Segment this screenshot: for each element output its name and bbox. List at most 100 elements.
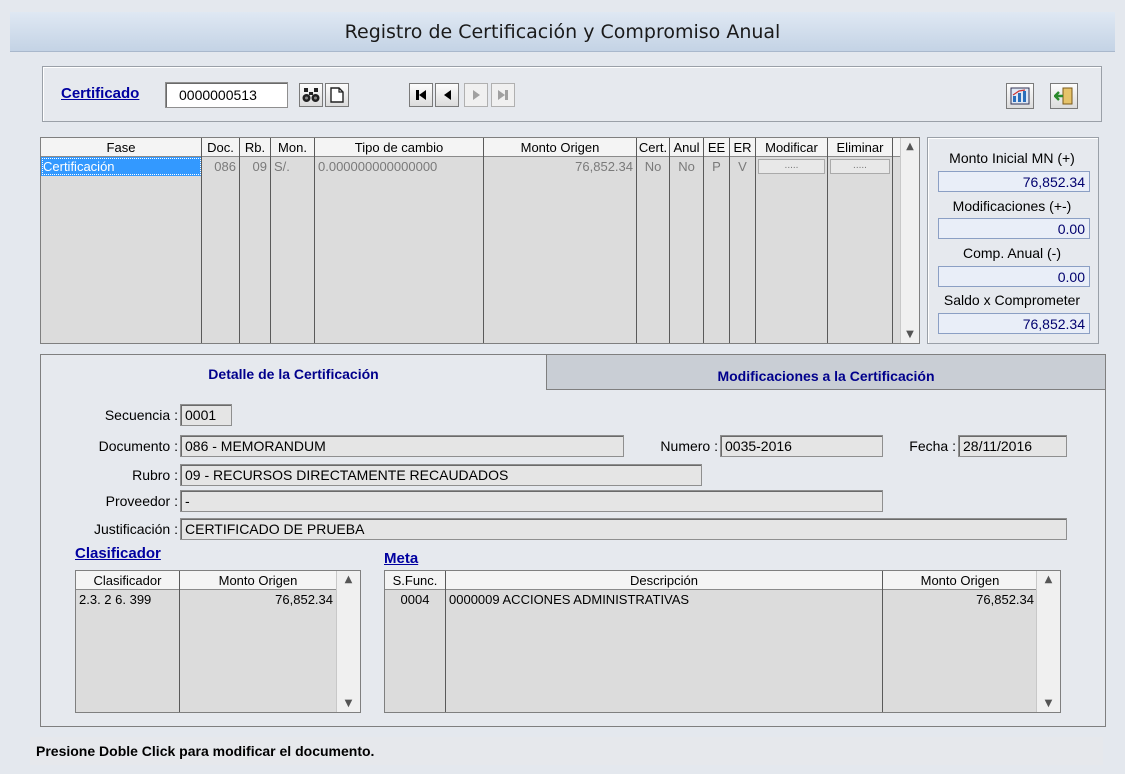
last-record-icon bbox=[498, 90, 508, 100]
next-record-button[interactable] bbox=[464, 83, 488, 107]
col-header-anul[interactable]: Anul bbox=[670, 138, 704, 156]
documento-label: Documento : bbox=[98, 438, 178, 454]
scroll-down-icon[interactable]: ▼ bbox=[906, 329, 914, 340]
meta-grid[interactable]: S.Func. Descripción Monto Origen 0004 00… bbox=[384, 570, 1061, 713]
cell-doc[interactable]: 086 bbox=[202, 157, 240, 176]
last-record-button[interactable] bbox=[491, 83, 515, 107]
certificado-link[interactable]: Certificado bbox=[61, 85, 139, 102]
comp-anual-value: 0.00 bbox=[938, 266, 1090, 287]
eliminar-button[interactable]: ..... bbox=[830, 159, 890, 174]
tab-detalle[interactable]: Detalle de la Certificación bbox=[41, 355, 546, 393]
search-button[interactable] bbox=[299, 83, 323, 107]
fases-grid-header: Fase Doc. Rb. Mon. Tipo de cambio Monto … bbox=[41, 138, 919, 157]
cell-monto[interactable]: 76,852.34 bbox=[883, 590, 1038, 609]
col-header-er[interactable]: ER bbox=[730, 138, 756, 156]
first-record-button[interactable] bbox=[409, 83, 433, 107]
col-line bbox=[892, 138, 893, 343]
col-header-fase[interactable]: Fase bbox=[41, 138, 202, 156]
fecha-field: 28/11/2016 bbox=[958, 435, 1067, 457]
table-row[interactable]: 2.3. 2 6. 399 76,852.34 bbox=[76, 590, 360, 609]
col-header-descripcion[interactable]: Descripción bbox=[446, 571, 883, 589]
modificaciones-value: 0.00 bbox=[938, 218, 1090, 239]
col-header-cert[interactable]: Cert. bbox=[637, 138, 670, 156]
col-line bbox=[636, 138, 637, 343]
exit-door-icon bbox=[1054, 87, 1073, 105]
secuencia-label: Secuencia : bbox=[104, 407, 178, 423]
numero-field: 0035-2016 bbox=[720, 435, 883, 457]
col-header-monto-origen[interactable]: Monto Origen bbox=[484, 138, 637, 156]
cell-cert[interactable]: No bbox=[637, 157, 670, 176]
monto-inicial-label: Monto Inicial MN (+) bbox=[949, 150, 1075, 166]
rubro-label: Rubro : bbox=[132, 467, 178, 483]
meta-scrollbar[interactable]: ▲ ▼ bbox=[1036, 571, 1060, 712]
col-header-mon[interactable]: Mon. bbox=[271, 138, 315, 156]
next-record-icon bbox=[473, 90, 480, 100]
monto-inicial-value: 76,852.34 bbox=[938, 171, 1090, 192]
cell-clasificador[interactable]: 2.3. 2 6. 399 bbox=[76, 590, 180, 609]
fases-grid-scrollbar[interactable]: ▲ ▼ bbox=[900, 138, 919, 343]
col-line bbox=[669, 138, 670, 343]
clasificador-title[interactable]: Clasificador bbox=[75, 545, 161, 562]
col-line bbox=[755, 138, 756, 343]
report-button[interactable] bbox=[1006, 83, 1034, 109]
col-line bbox=[201, 138, 202, 343]
col-line bbox=[239, 138, 240, 343]
cell-modificar: ..... bbox=[756, 157, 828, 176]
first-record-icon bbox=[416, 90, 426, 100]
table-row[interactable]: 0004 0000009 ACCIONES ADMINISTRATIVAS 76… bbox=[385, 590, 1060, 609]
scroll-up-icon[interactable]: ▲ bbox=[345, 574, 353, 585]
modificaciones-label: Modificaciones (+-) bbox=[952, 198, 1072, 214]
tab-modificaciones[interactable]: Modificaciones a la Certificación bbox=[546, 355, 1105, 390]
previous-record-button[interactable] bbox=[435, 83, 459, 107]
col-header-eliminar[interactable]: Eliminar bbox=[828, 138, 893, 156]
new-document-button[interactable] bbox=[325, 83, 349, 107]
col-header-rb[interactable]: Rb. bbox=[240, 138, 271, 156]
col-header-clasificador[interactable]: Clasificador bbox=[76, 571, 180, 589]
cell-monto-origen[interactable]: 76,852.34 bbox=[484, 157, 637, 176]
previous-record-icon bbox=[444, 90, 451, 100]
col-line bbox=[270, 138, 271, 343]
proveedor-field: - bbox=[180, 490, 883, 512]
col-line bbox=[882, 571, 883, 712]
col-header-modificar[interactable]: Modificar bbox=[756, 138, 828, 156]
cell-fase[interactable]: Certificación bbox=[41, 157, 202, 176]
cell-descripcion[interactable]: 0000009 ACCIONES ADMINISTRATIVAS bbox=[446, 590, 883, 609]
scroll-down-icon[interactable]: ▼ bbox=[1045, 698, 1053, 709]
col-line bbox=[703, 138, 704, 343]
cell-ee[interactable]: P bbox=[704, 157, 730, 176]
secuencia-field: 0001 bbox=[180, 404, 232, 426]
col-header-monto-origen[interactable]: Monto Origen bbox=[180, 571, 337, 589]
comp-anual-label: Comp. Anual (-) bbox=[962, 245, 1062, 261]
clasificador-grid[interactable]: Clasificador Monto Origen 2.3. 2 6. 399 … bbox=[75, 570, 361, 713]
col-header-ee[interactable]: EE bbox=[704, 138, 730, 156]
col-header-sfunc[interactable]: S.Func. bbox=[385, 571, 446, 589]
exit-button[interactable] bbox=[1050, 83, 1078, 109]
clasificador-scrollbar[interactable]: ▲ ▼ bbox=[336, 571, 360, 712]
col-header-doc[interactable]: Doc. bbox=[202, 138, 240, 156]
meta-title[interactable]: Meta bbox=[384, 550, 418, 567]
col-line bbox=[314, 138, 315, 343]
col-header-tipo-cambio[interactable]: Tipo de cambio bbox=[315, 138, 484, 156]
certificado-input[interactable]: 0000000513 bbox=[165, 82, 288, 108]
col-line bbox=[179, 571, 180, 712]
modificar-button[interactable]: ..... bbox=[758, 159, 825, 174]
cell-anul[interactable]: No bbox=[670, 157, 704, 176]
cell-tipo-cambio[interactable]: 0.000000000000000 bbox=[315, 157, 484, 176]
table-row[interactable]: Certificación 086 09 S/. 0.0000000000000… bbox=[41, 157, 919, 176]
cell-er[interactable]: V bbox=[730, 157, 756, 176]
col-line bbox=[445, 571, 446, 712]
scroll-up-icon[interactable]: ▲ bbox=[906, 141, 914, 152]
scroll-up-icon[interactable]: ▲ bbox=[1045, 574, 1053, 585]
cell-rb[interactable]: 09 bbox=[240, 157, 271, 176]
scroll-down-icon[interactable]: ▼ bbox=[345, 698, 353, 709]
col-header-monto-origen[interactable]: Monto Origen bbox=[883, 571, 1038, 589]
documento-field: 086 - MEMORANDUM bbox=[180, 435, 624, 457]
rubro-field: 09 - RECURSOS DIRECTAMENTE RECAUDADOS bbox=[180, 464, 702, 486]
cell-eliminar: ..... bbox=[828, 157, 893, 176]
new-document-icon bbox=[330, 87, 344, 103]
cell-mon[interactable]: S/. bbox=[271, 157, 315, 176]
cell-monto[interactable]: 76,852.34 bbox=[180, 590, 337, 609]
fases-grid[interactable]: Fase Doc. Rb. Mon. Tipo de cambio Monto … bbox=[40, 137, 920, 344]
justificacion-field: CERTIFICADO DE PRUEBA bbox=[180, 518, 1067, 540]
cell-sfunc[interactable]: 0004 bbox=[385, 590, 446, 609]
